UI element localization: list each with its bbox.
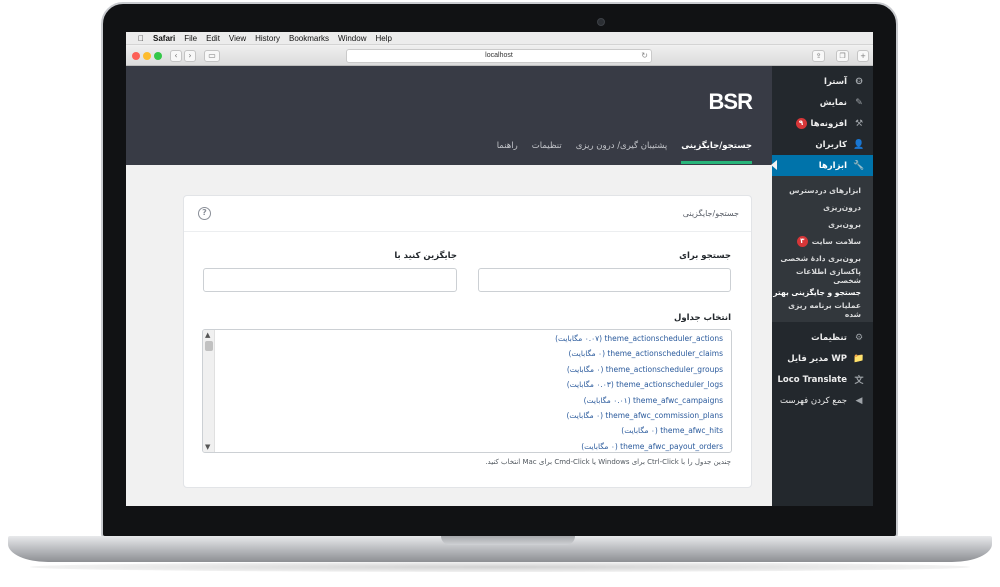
submenu-import[interactable]: درون‌ریزی <box>772 199 873 216</box>
tables-list: theme_actionscheduler_actions (۰.۰۷ مگاب… <box>555 334 723 452</box>
collapse-icon: ◀ <box>855 395 863 406</box>
submenu-label: سلامت سایت <box>811 237 861 246</box>
card-title: جستجو/جایگزینی <box>682 209 739 218</box>
chevron-up-icon[interactable]: ▲ <box>205 331 210 339</box>
tab-backup-import[interactable]: پشتیبان گیری/ درون ریزی <box>576 141 667 164</box>
tabs-overview-icon[interactable]: ❐ <box>836 50 849 62</box>
multi-select-hint: چندین جدول را با Ctrl-Click برای Windows… <box>485 458 731 466</box>
submenu-export[interactable]: برون‌بری <box>772 216 873 233</box>
plugins-icon: ⚒ <box>854 118 864 129</box>
camera-icon <box>597 18 605 26</box>
minimize-window-button[interactable] <box>143 52 151 60</box>
sidebar-item-label: جمع کردن فهرست <box>780 395 847 406</box>
forward-button[interactable]: › <box>184 50 196 62</box>
sidebar-item-appearance[interactable]: ✎ نمایش <box>772 92 873 113</box>
plugins-update-badge: ۹ <box>795 118 807 129</box>
sidebar-item-label: کاربران <box>815 139 847 150</box>
menu-history[interactable]: History <box>255 34 280 43</box>
sidebar-item-label: آسترا <box>824 76 847 87</box>
help-icon[interactable]: ? <box>198 207 211 220</box>
search-replace-card: جستجو/جایگزینی ? جستجو برای جایگزین کنید… <box>183 195 752 488</box>
wp-admin-sidebar: ❽ آسترا ✎ نمایش ⚒ افزونه‌ها ۹ 👤 کاربران … <box>771 66 873 506</box>
sidebar-item-users[interactable]: 👤 کاربران <box>772 134 873 155</box>
search-for-input[interactable] <box>478 268 731 292</box>
new-tab-icon[interactable]: + <box>857 50 869 62</box>
submenu-scheduled-actions[interactable]: عملیات برنامه ریزی شده <box>772 301 873 319</box>
apple-icon[interactable]:  <box>138 34 144 43</box>
menu-edit[interactable]: Edit <box>206 34 220 43</box>
address-url: localhost <box>485 52 513 59</box>
astra-icon: ❽ <box>855 76 863 87</box>
laptop-base <box>8 536 992 562</box>
sidebar-item-label: نمایش <box>819 97 847 108</box>
list-item[interactable]: theme_actionscheduler_claims (۰ مگابایت) <box>555 349 723 364</box>
share-icon[interactable]: ⇪ <box>812 50 825 62</box>
list-item[interactable]: theme_afwc_commission_plans (۰ مگابایت) <box>555 411 723 426</box>
sidebar-item-label: ابزارها <box>818 160 847 171</box>
menu-view[interactable]: View <box>229 34 246 43</box>
appearance-icon: ✎ <box>855 97 863 108</box>
settings-icon: ⚙ <box>854 332 864 343</box>
list-scrollbar[interactable]: ▲ ▼ <box>203 330 215 452</box>
sidebar-item-label: WP مدیر فایل <box>787 353 847 364</box>
sidebar-toggle-icon[interactable]: ▭ <box>204 50 220 62</box>
list-item[interactable]: theme_actionscheduler_actions (۰.۰۷ مگاب… <box>555 334 723 349</box>
sidebar-item-label: افزونه‌ها <box>810 118 847 129</box>
sidebar-item-plugins[interactable]: ⚒ افزونه‌ها ۹ <box>772 113 873 134</box>
tools-icon: 🔧 <box>853 160 865 171</box>
plugin-header: BSR جستجو/جایگزینی پشتیبان گیری/ درون ری… <box>126 66 772 165</box>
translate-icon: 文 <box>854 376 864 386</box>
menu-bookmarks[interactable]: Bookmarks <box>289 34 329 43</box>
laptop-notch <box>441 536 575 545</box>
card-header: جستجو/جایگزینی ? <box>184 196 751 232</box>
tab-search-replace[interactable]: جستجو/جایگزینی <box>681 141 752 164</box>
replace-with-input[interactable] <box>203 268 457 292</box>
submenu-available-tools[interactable]: ابزارهای دردسترس <box>772 182 873 199</box>
folder-icon: 📁 <box>853 353 865 364</box>
tab-settings[interactable]: تنظیمات <box>532 141 562 164</box>
sidebar-item-label: Loco Translate <box>777 374 847 385</box>
menu-window[interactable]: Window <box>338 34 366 43</box>
site-health-badge: ۳ <box>796 236 808 247</box>
mac-menubar:  Safari File Edit View History Bookmark… <box>126 32 873 45</box>
tools-submenu: ابزارهای دردسترس درون‌ریزی برون‌بری سلام… <box>772 176 873 322</box>
menu-help[interactable]: Help <box>375 34 391 43</box>
safari-toolbar: ‹ › ▭ localhost ↻ ⇪ ❐ + <box>126 46 873 66</box>
sidebar-item-settings[interactable]: ⚙ تنظیمات <box>772 327 873 348</box>
chevron-down-icon[interactable]: ▼ <box>205 443 210 451</box>
list-item[interactable]: theme_afwc_campaigns (۰.۰۱ مگابایت) <box>555 396 723 411</box>
list-item[interactable]: theme_afwc_hits (۰ مگابایت) <box>555 426 723 441</box>
reload-icon[interactable]: ↻ <box>641 50 648 62</box>
scrollbar-thumb[interactable] <box>205 341 213 351</box>
zoom-window-button[interactable] <box>154 52 162 60</box>
replace-with-label: جایگزین کنید با <box>394 251 457 261</box>
sidebar-item-astra[interactable]: ❽ آسترا <box>772 71 873 92</box>
tables-select[interactable]: theme_actionscheduler_actions (۰.۰۷ مگاب… <box>202 329 732 453</box>
bsr-logo: BSR <box>708 89 753 114</box>
submenu-export-personal-data[interactable]: برون‌بری دادهٔ شخصی <box>772 250 873 267</box>
plugin-tabs: جستجو/جایگزینی پشتیبان گیری/ درون ریزی ت… <box>497 141 752 164</box>
close-window-button[interactable] <box>132 52 140 60</box>
sidebar-item-file-manager[interactable]: 📁 WP مدیر فایل <box>772 348 873 369</box>
submenu-better-search-replace[interactable]: جستجو و جایگزینی بهتر <box>772 284 873 301</box>
tab-help[interactable]: راهنما <box>497 141 518 164</box>
sidebar-item-loco-translate[interactable]: 文 Loco Translate <box>772 369 873 390</box>
sidebar-item-label: تنظیمات <box>811 332 847 343</box>
sidebar-collapse-menu[interactable]: ◀ جمع کردن فهرست <box>772 390 873 411</box>
select-tables-label: انتخاب جداول <box>673 313 731 323</box>
screen:  Safari File Edit View History Bookmark… <box>126 32 873 506</box>
list-item[interactable]: theme_actionscheduler_groups (۰ مگابایت) <box>555 365 723 380</box>
submenu-erase-personal-data[interactable]: پاکسازی اطلاعات شخصی <box>772 267 873 285</box>
submenu-site-health[interactable]: سلامت سایت ۳ <box>772 233 873 250</box>
laptop-shadow <box>30 562 970 572</box>
sidebar-item-tools[interactable]: 🔧 ابزارها <box>771 155 873 176</box>
users-icon: 👤 <box>853 139 865 150</box>
menu-file[interactable]: File <box>184 34 197 43</box>
menu-app-name[interactable]: Safari <box>153 34 175 43</box>
address-bar[interactable]: localhost ↻ <box>346 49 652 63</box>
back-button[interactable]: ‹ <box>170 50 182 62</box>
list-item[interactable]: theme_actionscheduler_logs (۰.۰۳ مگابایت… <box>555 380 723 395</box>
list-item[interactable]: theme_afwc_payout_orders (۰ مگابایت) <box>555 442 723 452</box>
search-for-label: جستجو برای <box>679 251 731 261</box>
